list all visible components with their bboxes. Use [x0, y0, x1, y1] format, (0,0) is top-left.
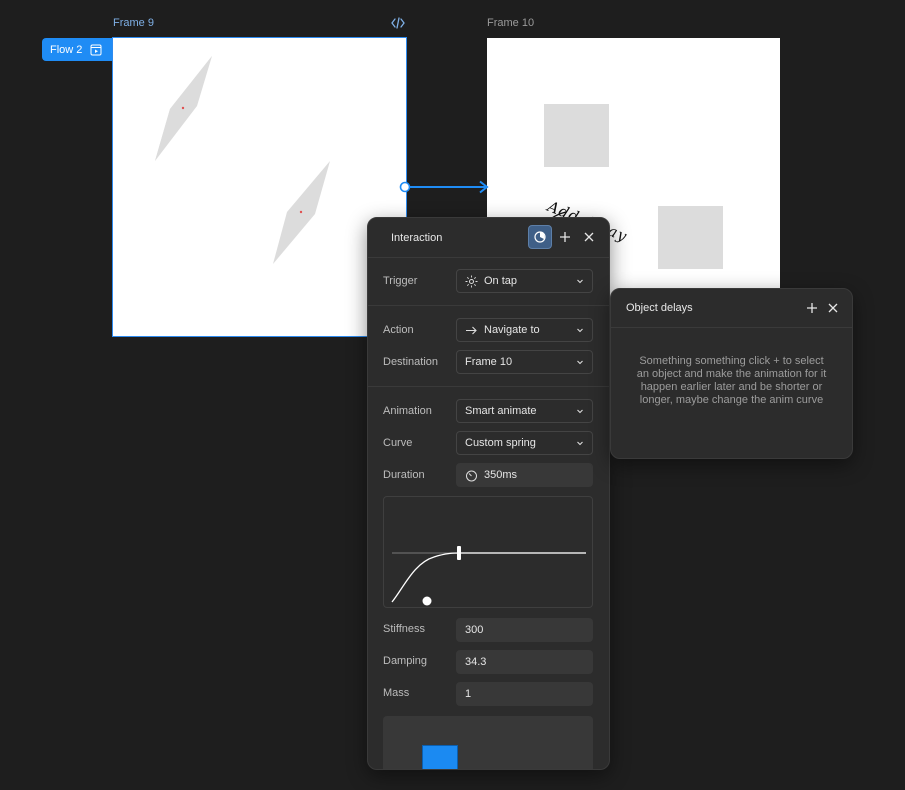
- close-icon[interactable]: [825, 300, 841, 316]
- timer-icon: [534, 231, 546, 243]
- destination-value: Frame 10: [465, 356, 513, 368]
- square-shape-1[interactable]: [544, 104, 609, 167]
- curve-label: Curve: [383, 437, 413, 449]
- add-icon[interactable]: [804, 300, 820, 316]
- spring-curve-graph[interactable]: [383, 496, 593, 608]
- square-shape-2[interactable]: [658, 206, 723, 269]
- delays-empty-message: Something something click + to select an…: [636, 355, 827, 406]
- curve-handle-2: [422, 596, 432, 606]
- destination-label: Destination: [383, 356, 439, 368]
- animation-preview[interactable]: [383, 716, 593, 769]
- frame-9[interactable]: [112, 37, 407, 337]
- action-select[interactable]: Navigate to: [456, 318, 593, 342]
- code-icon[interactable]: [391, 17, 405, 29]
- animation-value: Smart animate: [465, 405, 537, 417]
- chevron-down-icon: [577, 279, 583, 284]
- frame-9-shapes: [155, 56, 330, 264]
- shape-2-center-dot: [299, 210, 303, 214]
- mass-label: Mass: [383, 687, 410, 699]
- action-label: Action: [383, 324, 414, 336]
- play-frame-icon: [90, 44, 102, 55]
- stopwatch-icon: [466, 470, 477, 481]
- curve-select[interactable]: Custom spring: [456, 431, 593, 455]
- add-icon[interactable]: [557, 229, 573, 245]
- prototype-connection-arrow[interactable]: [398, 178, 492, 196]
- chevron-down-icon: [577, 409, 583, 414]
- add-delay-button[interactable]: [528, 225, 552, 249]
- chevron-down-icon: [577, 328, 583, 333]
- trigger-select[interactable]: On tap: [456, 269, 593, 293]
- trigger-value: On tap: [484, 275, 518, 287]
- object-delays-panel: Object delays Something something click …: [610, 288, 853, 459]
- flow-label: Flow 2: [50, 43, 83, 56]
- tap-icon: [465, 275, 478, 287]
- mass-value: 1: [465, 688, 472, 700]
- damping-input[interactable]: 34.3: [456, 650, 593, 674]
- shape-1-center-dot: [181, 106, 185, 110]
- panel-title: Interaction: [391, 232, 443, 244]
- stiffness-label: Stiffness: [383, 623, 425, 635]
- action-value: Navigate to: [484, 324, 540, 336]
- flow-starting-point-badge[interactable]: Flow 2: [42, 38, 113, 61]
- mass-input[interactable]: 1: [456, 682, 593, 706]
- interaction-panel: Interaction Trigger On tap Action Naviga…: [367, 217, 610, 770]
- frame-10-label[interactable]: Frame 10: [487, 17, 534, 29]
- damping-label: Damping: [383, 655, 428, 667]
- damping-value: 34.3: [465, 656, 487, 668]
- chevron-down-icon: [577, 441, 583, 446]
- duration-label: Duration: [383, 469, 425, 481]
- animation-select[interactable]: Smart animate: [456, 399, 593, 423]
- duration-field[interactable]: 350ms: [456, 463, 593, 487]
- curve-value: Custom spring: [465, 437, 536, 449]
- arrow-right-icon: [466, 326, 477, 334]
- delays-title: Object delays: [626, 302, 693, 314]
- close-icon[interactable]: [581, 229, 597, 245]
- chevron-down-icon: [577, 360, 583, 365]
- stiffness-value: 300: [465, 624, 484, 636]
- animation-label: Animation: [383, 405, 432, 417]
- frame-9-label[interactable]: Frame 9: [113, 17, 154, 29]
- trigger-label: Trigger: [383, 275, 418, 287]
- stiffness-input[interactable]: 300: [456, 618, 593, 642]
- preview-box: [422, 745, 458, 769]
- duration-value: 350ms: [484, 469, 518, 481]
- destination-select[interactable]: Frame 10: [456, 350, 593, 374]
- curve-handle-1: [457, 546, 461, 560]
